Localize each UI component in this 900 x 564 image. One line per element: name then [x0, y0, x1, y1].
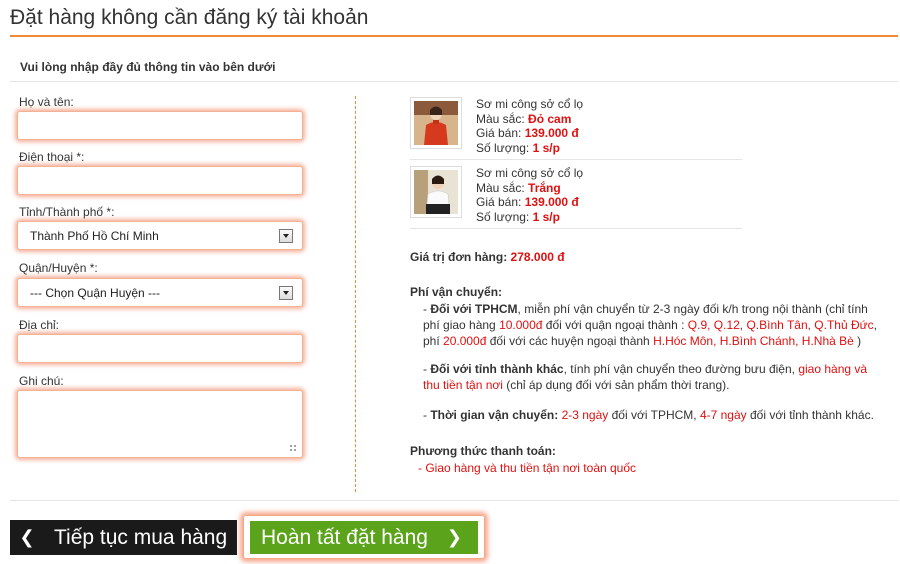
chevron-right-icon: ❯	[446, 527, 462, 547]
address-label: Địa chỉ:	[19, 318, 60, 332]
shipping-text: đối với tỉnh thành khác.	[746, 408, 874, 422]
fee-highlight: 10.000đ	[499, 318, 543, 332]
column-divider	[355, 96, 356, 492]
qty-label: Số lượng:	[476, 209, 530, 224]
color-value: Đỏ cam	[528, 111, 572, 126]
qty-value: 1 s/p	[532, 209, 560, 224]
district-select[interactable]: --- Chọn Quận Huyện ---	[17, 278, 303, 307]
subtitle-divider	[10, 81, 898, 82]
form-instructions: Vui lòng nhập đầy đủ thông tin vào bên d…	[20, 60, 276, 74]
district-highlight: Q.9, Q.12, Q.Bình Tân, Q.Thủ Đức	[687, 318, 874, 332]
address-input[interactable]	[18, 335, 302, 362]
complete-order-label: Hoàn tất đặt hàng	[261, 525, 428, 549]
payment-title: Phương thức thanh toán:	[410, 444, 556, 458]
district-highlight: H.Hóc Môn, H.Bình Chánh, H.Nhà Bè	[653, 334, 854, 348]
name-input[interactable]	[18, 112, 302, 139]
shipping-text: đối với các huyện ngoại thành	[486, 334, 654, 348]
price-label: Giá bán:	[476, 126, 522, 140]
cart-item: Sơ mi công sở cổ lọ Màu sắc: Đỏ cam Giá …	[410, 97, 742, 157]
order-total-value: 278.000 đ	[510, 250, 565, 264]
cart-item: Sơ mi công sở cổ lọ Màu sắc: Trắng Giá b…	[410, 166, 742, 226]
shipping-text: đối với TPHCM,	[608, 408, 700, 422]
name-label: Họ và tên:	[19, 95, 74, 109]
cart-item-info: Sơ mi công sở cổ lọ Màu sắc: Đỏ cam Giá …	[476, 97, 583, 155]
phone-field-wrapper	[17, 166, 303, 195]
city-select-value: Thành Phố Hồ Chí Minh	[30, 228, 159, 243]
qty-value: 1 s/p	[532, 140, 560, 155]
fee-highlight: 20.000đ	[443, 334, 487, 348]
product-image	[414, 170, 458, 215]
complete-order-button[interactable]: Hoàn tất đặt hàng ❯	[250, 521, 478, 554]
price-label: Giá bán:	[476, 195, 522, 209]
shipping-title: Phí vận chuyển:	[410, 285, 503, 299]
resize-grip-icon[interactable]	[289, 444, 297, 452]
price-value: 139.000 đ	[524, 126, 579, 140]
product-thumbnail[interactable]	[410, 97, 462, 149]
continue-shopping-label: Tiếp tục mua hàng	[54, 525, 228, 549]
chevron-down-icon[interactable]	[279, 229, 293, 243]
shipping-text: , tính phí vận chuyển theo đường bưu điệ…	[563, 362, 799, 376]
district-label: Quận/Huyện *:	[19, 261, 98, 275]
name-field-wrapper	[17, 111, 303, 140]
title-divider	[10, 35, 898, 37]
price-value: 139.000 đ	[524, 195, 579, 209]
days-highlight: 4-7 ngày	[699, 408, 747, 422]
chevron-left-icon: ❮	[19, 527, 35, 547]
city-label: Tỉnh/Thành phố *:	[19, 205, 115, 219]
note-textarea[interactable]	[18, 391, 302, 457]
cart-item-divider	[410, 228, 742, 229]
shipping-text: đối với quận ngoại thành :	[542, 318, 688, 332]
days-highlight: 2-3 ngày	[561, 408, 609, 422]
footer-divider	[10, 500, 898, 501]
cart-item-info: Sơ mi công sở cổ lọ Màu sắc: Trắng Giá b…	[476, 166, 583, 224]
address-field-wrapper	[17, 334, 303, 363]
shipping-text: )	[853, 334, 862, 348]
district-select-value: --- Chọn Quận Huyện ---	[30, 285, 161, 300]
shipping-hcm-heading: Đối với TPHCM	[430, 302, 518, 316]
phone-label: Điện thoại *:	[19, 150, 85, 164]
shipping-time-heading: Thời gian vận chuyển:	[430, 408, 559, 422]
phone-input[interactable]	[18, 167, 302, 194]
order-total-label: Giá trị đơn hàng:	[410, 250, 508, 264]
complete-order-focus-ring: Hoàn tất đặt hàng ❯	[243, 515, 485, 559]
cart-item-divider	[410, 159, 742, 160]
city-select[interactable]: Thành Phố Hồ Chí Minh	[17, 221, 303, 250]
product-image	[414, 101, 458, 145]
color-label: Màu sắc:	[476, 111, 525, 126]
shipping-time: - Thời gian vận chuyển: 2-3 ngày đối với…	[423, 407, 883, 423]
shipping-other: - Đối với tỉnh thành khác, tính phí vận …	[423, 361, 883, 393]
note-field-wrapper	[17, 390, 303, 458]
product-name[interactable]: Sơ mi công sở cổ lọ	[476, 166, 583, 181]
product-thumbnail[interactable]	[410, 166, 462, 218]
note-label: Ghi chú:	[19, 374, 64, 388]
order-total: Giá trị đơn hàng: 278.000 đ	[410, 250, 565, 264]
shipping-other-heading: Đối với tỉnh thành khác	[430, 362, 564, 376]
shipping-text: (chỉ áp dụng đối với sản phẩm thời trang…	[502, 378, 730, 392]
chevron-down-icon[interactable]	[279, 286, 293, 300]
continue-shopping-button[interactable]: ❮ Tiếp tục mua hàng	[10, 520, 237, 555]
qty-label: Số lượng:	[476, 140, 530, 155]
color-value: Trắng	[528, 180, 561, 195]
page-title: Đặt hàng không cần đăng ký tài khoản	[10, 6, 369, 29]
shipping-hcm: - Đối với TPHCM, miễn phí vận chuyển từ …	[423, 301, 883, 349]
color-label: Màu sắc:	[476, 180, 525, 195]
payment-method: - Giao hàng và thu tiền tận nơi toàn quố…	[418, 461, 637, 475]
product-name[interactable]: Sơ mi công sở cổ lọ	[476, 97, 583, 112]
